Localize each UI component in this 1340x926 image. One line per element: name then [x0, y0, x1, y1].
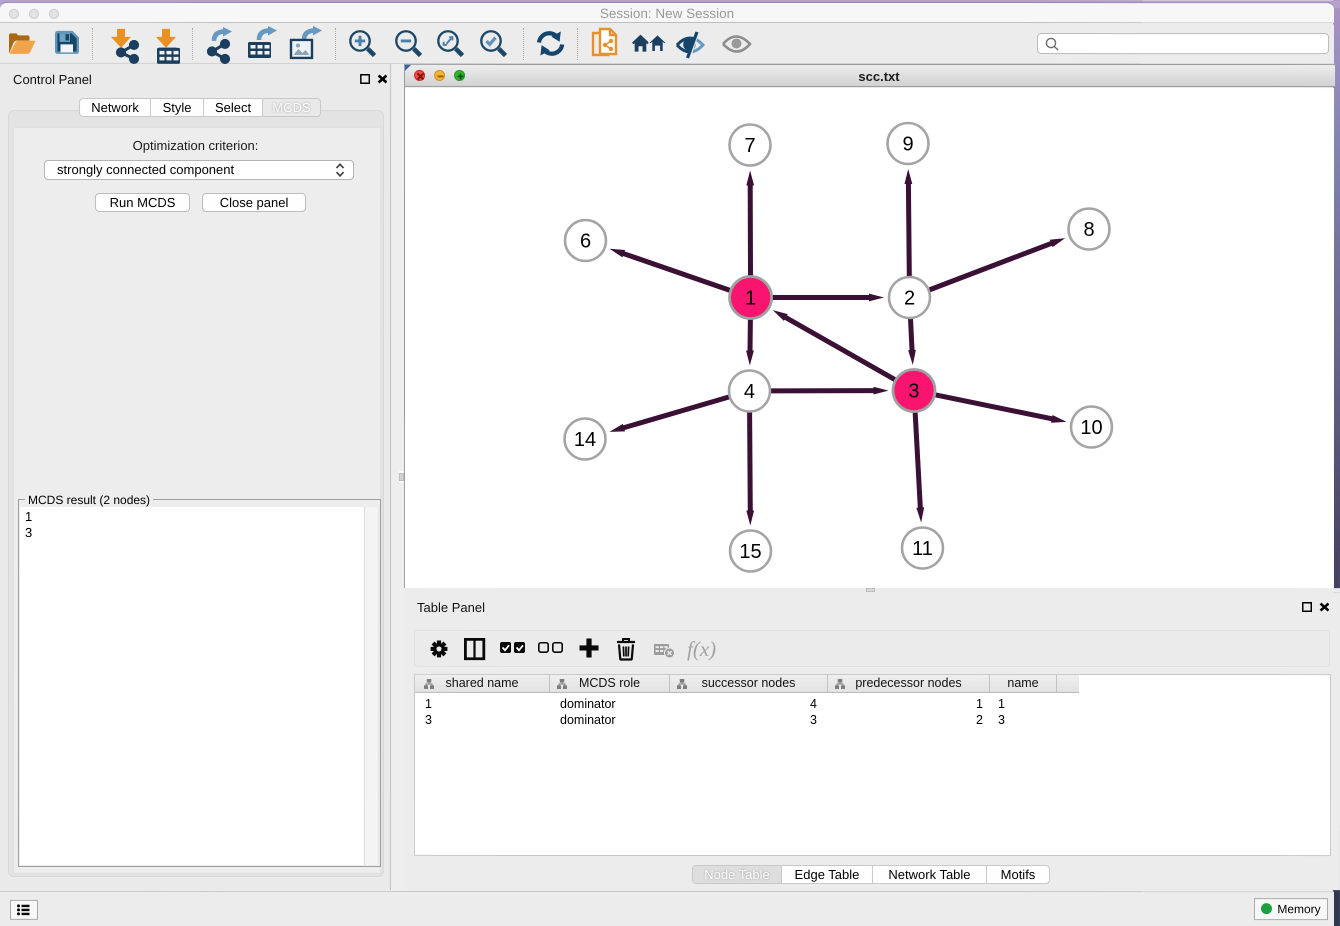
svg-text:2: 2	[904, 288, 915, 310]
svg-text:1: 1	[745, 287, 756, 309]
svg-text:6: 6	[580, 230, 591, 252]
svg-text:7: 7	[744, 135, 755, 157]
svg-text:f(x): f(x)	[687, 637, 716, 661]
svg-text:14: 14	[574, 429, 596, 451]
svg-text:10: 10	[1080, 417, 1102, 439]
svg-text:3: 3	[908, 381, 919, 403]
svg-text:11: 11	[912, 538, 933, 560]
svg-text:15: 15	[739, 541, 761, 563]
svg-text:8: 8	[1083, 219, 1094, 241]
svg-text:4: 4	[744, 381, 755, 403]
svg-text:9: 9	[902, 134, 913, 156]
